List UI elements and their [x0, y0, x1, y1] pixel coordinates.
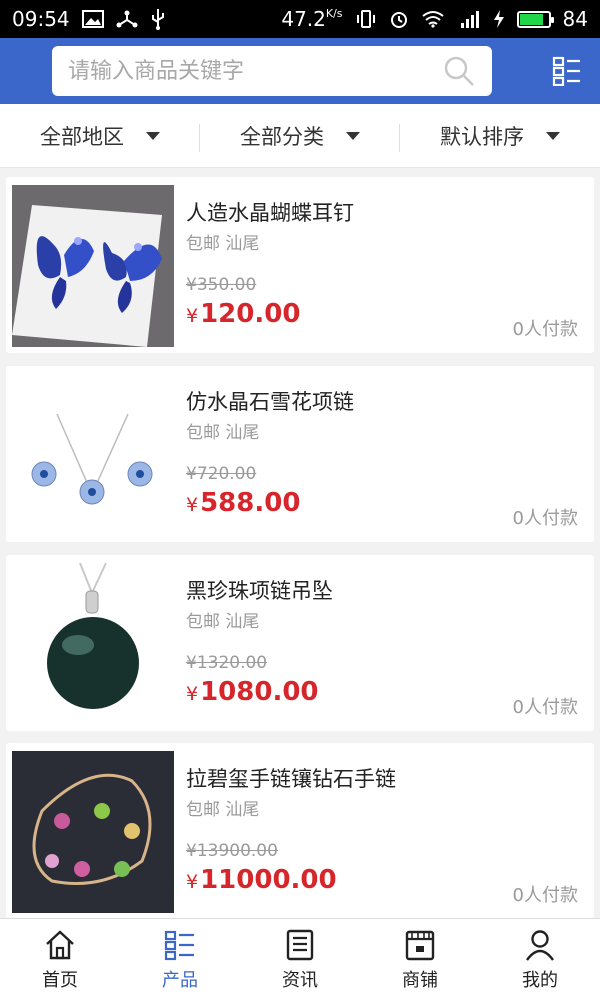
status-time: 09:54: [12, 7, 70, 31]
battery-percent: 84: [562, 7, 588, 31]
nav-label: 首页: [42, 969, 78, 991]
product-sales-count: 0人付款: [512, 508, 578, 529]
nav-me[interactable]: 我的: [480, 919, 600, 1000]
product-price: ¥588.00: [186, 488, 301, 518]
nav-shop[interactable]: 商铺: [360, 919, 480, 1000]
filter-region[interactable]: 全部地区: [0, 104, 200, 167]
filter-label: 默认排序: [440, 124, 524, 149]
product-card[interactable]: 仿水晶石雪花项链 包邮 汕尾 ¥720.00 ¥588.00 0人付款: [6, 366, 594, 542]
product-name[interactable]: 仿水晶石雪花项链: [186, 386, 354, 416]
product-location: 包邮 汕尾: [186, 234, 260, 254]
product-sales-count: 0人付款: [512, 319, 578, 340]
product-original-price: ¥1320.00: [186, 653, 268, 673]
header: [0, 38, 600, 104]
product-list-icon: [164, 930, 194, 960]
product-image-tourmaline-bracelet[interactable]: [12, 751, 174, 913]
product-sales-count: 0人付款: [512, 885, 578, 906]
nav-products[interactable]: 产品: [120, 919, 240, 1000]
alarm-icon: [389, 9, 409, 29]
product-price: ¥11000.00: [186, 865, 337, 895]
product-image-butterfly-earrings[interactable]: [12, 185, 174, 347]
status-bar: 09:54 47.2K/s 84: [0, 0, 600, 38]
product-card[interactable]: 拉碧玺手链镶钻石手链 包邮 汕尾 ¥13900.00 ¥11000.00 0人付…: [6, 743, 594, 919]
product-price: ¥1080.00: [186, 677, 319, 707]
search-box[interactable]: [52, 46, 492, 96]
nav-label: 资讯: [282, 969, 318, 991]
usb-icon: [150, 8, 166, 30]
nav-home[interactable]: 首页: [0, 919, 120, 1000]
product-name[interactable]: 黑珍珠项链吊坠: [186, 575, 333, 605]
nav-news[interactable]: 资讯: [240, 919, 360, 1000]
filter-label: 全部分类: [240, 124, 324, 149]
product-original-price: ¥350.00: [186, 275, 257, 295]
filter-sort[interactable]: 默认排序: [400, 104, 600, 167]
caret-down-icon: [346, 131, 360, 140]
product-card[interactable]: 黑珍珠项链吊坠 包邮 汕尾 ¥1320.00 ¥1080.00 0人付款: [6, 555, 594, 731]
nav-label: 商铺: [402, 969, 438, 991]
product-location: 包邮 汕尾: [186, 800, 260, 820]
product-image-snowflake-necklace[interactable]: [12, 374, 174, 536]
vibrate-icon: [355, 10, 377, 28]
product-card[interactable]: 人造水晶蝴蝶耳钉 包邮 汕尾 ¥350.00 ¥120.00 0人付款: [6, 177, 594, 353]
wifi-icon: [421, 10, 445, 28]
home-icon: [46, 929, 74, 959]
caret-down-icon: [146, 131, 160, 140]
product-image-black-pearl-pendant[interactable]: [12, 563, 174, 725]
product-name[interactable]: 人造水晶蝴蝶耳钉: [186, 197, 354, 227]
news-icon: [286, 929, 314, 960]
share-icon: [116, 9, 138, 29]
search-icon[interactable]: [442, 54, 476, 88]
product-location: 包邮 汕尾: [186, 612, 260, 632]
product-sales-count: 0人付款: [512, 697, 578, 718]
shop-icon: [405, 930, 435, 960]
category-menu-icon[interactable]: [552, 56, 582, 87]
product-original-price: ¥720.00: [186, 464, 257, 484]
product-price: ¥120.00: [186, 299, 301, 329]
search-input[interactable]: [68, 58, 442, 84]
product-location: 包邮 汕尾: [186, 423, 260, 443]
charging-icon: [493, 9, 505, 29]
caret-down-icon: [546, 131, 560, 140]
user-icon: [526, 929, 554, 961]
signal-icon: [457, 9, 481, 29]
filter-bar: 全部地区 全部分类 默认排序: [0, 104, 600, 168]
bottom-nav: 首页 产品 资讯 商铺 我的: [0, 918, 600, 1000]
battery-icon: [516, 10, 554, 28]
status-right: 47.2K/s 84: [281, 7, 588, 31]
product-name[interactable]: 拉碧玺手链镶钻石手链: [186, 763, 396, 793]
network-speed: 47.2K/s: [281, 7, 343, 31]
image-icon: [81, 10, 104, 28]
nav-label: 产品: [162, 969, 198, 991]
filter-category[interactable]: 全部分类: [200, 104, 400, 167]
filter-label: 全部地区: [40, 124, 124, 149]
nav-label: 我的: [522, 969, 558, 991]
product-original-price: ¥13900.00: [186, 841, 278, 861]
status-left: 09:54: [12, 7, 166, 31]
